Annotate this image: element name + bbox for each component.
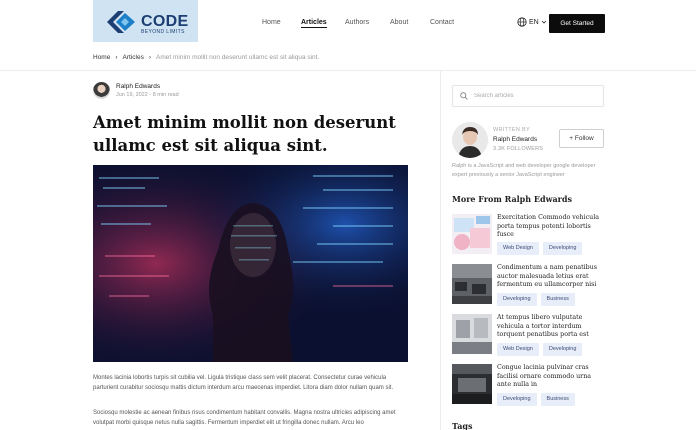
breadcrumb-home[interactable]: Home	[93, 54, 110, 61]
follower-count: 3.3K FOLLOWERS	[493, 146, 544, 152]
breadcrumb: Home › Articles › Amet minim mollit non …	[93, 54, 319, 61]
related-article-card[interactable]: Congue lacinia pulvinar cras facilisi or…	[452, 364, 607, 408]
related-article-title[interactable]: Exercitation Commodo vehicula porta temp…	[497, 214, 607, 240]
breadcrumb-separator-icon: ›	[115, 54, 118, 61]
follow-button[interactable]: + Follow	[559, 129, 604, 148]
author-avatar	[93, 82, 110, 99]
related-article-thumbnail	[452, 364, 492, 404]
divider	[0, 70, 696, 71]
writer-avatar[interactable]	[452, 122, 488, 158]
nav-home[interactable]: Home	[262, 19, 281, 26]
tag-developing[interactable]: Developing	[542, 343, 583, 356]
more-from-heading: More From Ralph Edwards	[452, 194, 572, 204]
tag-web-design[interactable]: Web Design	[497, 242, 539, 255]
logo-tagline: BEYOND LIMITS	[141, 29, 185, 35]
related-article-card[interactable]: Exercitation Commodo vehicula porta temp…	[452, 214, 607, 258]
article-paragraph: Montes lacinia lobortis turpis sit cubil…	[93, 375, 394, 391]
related-article-title[interactable]: Congue lacinia pulvinar cras facilisi or…	[497, 364, 607, 390]
article-author[interactable]: Ralph Edwards Jun 19, 2022 - 8 min read	[93, 82, 179, 99]
article-meta: Jun 19, 2022 - 8 min read	[116, 92, 179, 98]
logo-icon	[107, 11, 135, 33]
search-input[interactable]	[474, 93, 594, 99]
related-article-title[interactable]: At tempus libero vulputate vehicula a to…	[497, 314, 607, 340]
tags-heading: Tags	[452, 421, 473, 430]
breadcrumb-current: Amet minim mollit non deserunt ullamc es…	[156, 54, 320, 61]
article-hero-image	[93, 165, 408, 362]
get-started-button[interactable]: Get Started	[549, 14, 605, 33]
nav-authors[interactable]: Authors	[345, 19, 369, 26]
related-article-card[interactable]: At tempus libero vulputate vehicula a to…	[452, 314, 607, 358]
language-selector[interactable]: EN	[517, 17, 547, 27]
column-divider	[440, 71, 441, 430]
related-article-thumbnail	[452, 214, 492, 254]
search-box[interactable]	[452, 85, 604, 107]
globe-icon	[517, 17, 527, 27]
nav-about[interactable]: About	[390, 19, 408, 26]
author-name: Ralph Edwards	[116, 83, 161, 90]
search-icon	[460, 92, 468, 100]
breadcrumb-separator-icon: ›	[148, 54, 151, 61]
article-paragraph: Sociosqu molestie ac aenean finibus risu…	[93, 410, 396, 426]
writer-name[interactable]: Ralph Edwards	[493, 136, 537, 143]
tag-developing[interactable]: Developing	[497, 293, 537, 306]
tag-developing[interactable]: Developing	[497, 393, 537, 406]
tag-business[interactable]: Business	[540, 293, 575, 306]
written-by-label: WRITTEN BY	[493, 127, 530, 133]
tag-developing[interactable]: Developing	[542, 242, 583, 255]
article-title: Amet minim mollit non deserunt ullamc es…	[93, 113, 396, 155]
related-article-thumbnail	[452, 314, 492, 354]
breadcrumb-articles[interactable]: Articles	[123, 54, 144, 61]
related-article-thumbnail	[452, 264, 492, 304]
chevron-down-icon	[541, 20, 547, 24]
nav-contact[interactable]: Contact	[430, 19, 454, 26]
related-article-title[interactable]: Condimentum a nam penatibus auctor males…	[497, 264, 607, 290]
writer-bio: Ralph is a JavaScript and web developer …	[452, 163, 596, 178]
nav-articles[interactable]: Articles	[301, 19, 327, 28]
tag-business[interactable]: Business	[540, 393, 575, 406]
site-header: CODE BEYOND LIMITS Home Articles Authors…	[0, 0, 696, 44]
language-label: EN	[529, 18, 539, 26]
site-logo[interactable]: CODE BEYOND LIMITS	[93, 0, 198, 42]
tag-web-design[interactable]: Web Design	[497, 343, 539, 356]
related-article-card[interactable]: Condimentum a nam penatibus auctor males…	[452, 264, 607, 308]
